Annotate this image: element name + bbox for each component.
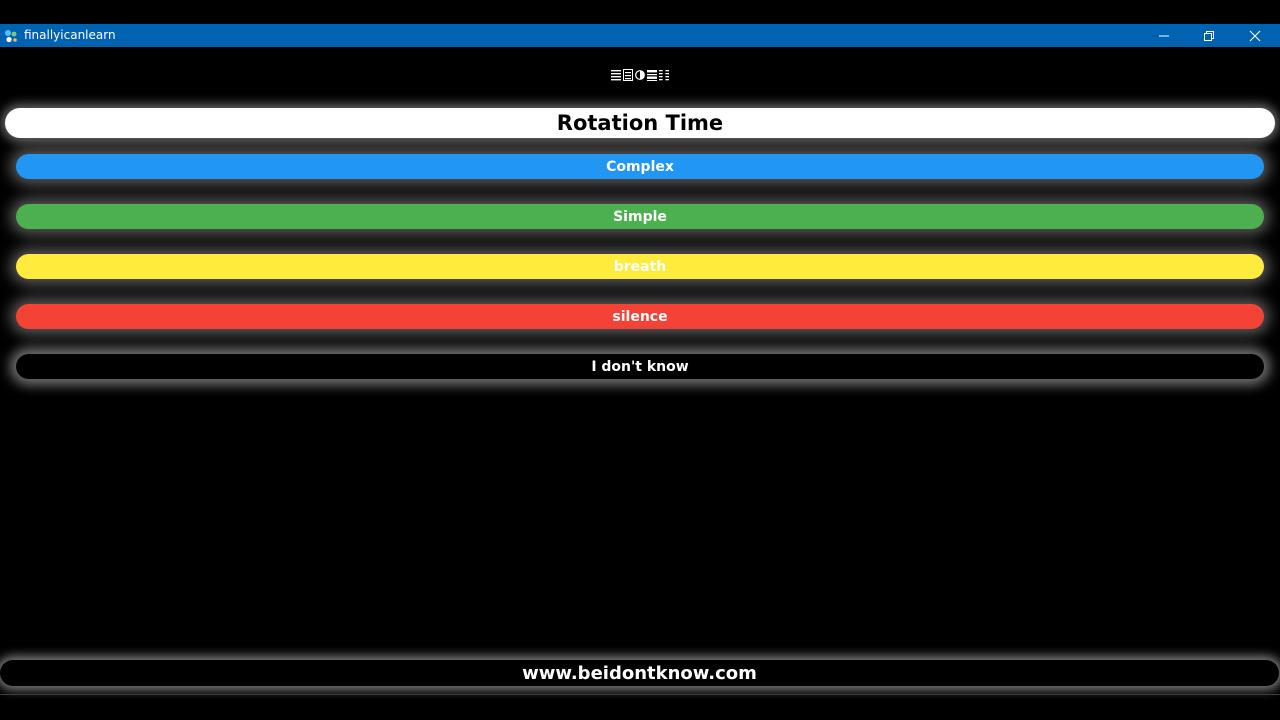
option-silence-button[interactable]: silence bbox=[16, 304, 1264, 329]
window-title: finallyicanlearn bbox=[24, 28, 116, 42]
contrast-icon[interactable] bbox=[635, 69, 645, 81]
columns-icon[interactable] bbox=[659, 69, 669, 81]
option-complex-button[interactable]: Complex bbox=[16, 154, 1264, 179]
restore-button[interactable] bbox=[1186, 24, 1232, 47]
option-simple-button[interactable]: Simple bbox=[16, 204, 1264, 229]
top-strip bbox=[0, 0, 1280, 24]
option-breath-button[interactable]: breath bbox=[16, 254, 1264, 279]
footer-bar: www.beidontknow.com bbox=[0, 660, 1279, 686]
option-i-dont-know-button[interactable]: I don't know bbox=[16, 354, 1264, 379]
icon-toolbar bbox=[0, 60, 1280, 90]
app-window: finallyicanlearn Rotation Time Complex S… bbox=[0, 0, 1280, 720]
app-icon bbox=[3, 28, 19, 44]
option-label: silence bbox=[612, 308, 668, 325]
header-bar: Rotation Time bbox=[5, 108, 1275, 138]
option-label: Simple bbox=[613, 208, 667, 225]
option-label: I don't know bbox=[591, 358, 689, 375]
option-label: Complex bbox=[606, 158, 674, 175]
close-icon bbox=[1249, 30, 1261, 41]
restore-icon bbox=[1204, 30, 1214, 41]
grid-list-icon[interactable] bbox=[623, 69, 633, 81]
list-icon[interactable] bbox=[611, 69, 621, 81]
footer-url[interactable]: www.beidontknow.com bbox=[522, 663, 757, 684]
page-title: Rotation Time bbox=[556, 111, 724, 135]
bottom-divider bbox=[0, 694, 1280, 695]
minimize-button[interactable] bbox=[1141, 24, 1187, 47]
checklist-icon[interactable] bbox=[647, 69, 657, 81]
minimize-icon bbox=[1159, 35, 1169, 36]
close-button[interactable] bbox=[1232, 24, 1278, 47]
title-bar[interactable]: finallyicanlearn bbox=[0, 24, 1280, 47]
option-label: breath bbox=[613, 258, 667, 275]
